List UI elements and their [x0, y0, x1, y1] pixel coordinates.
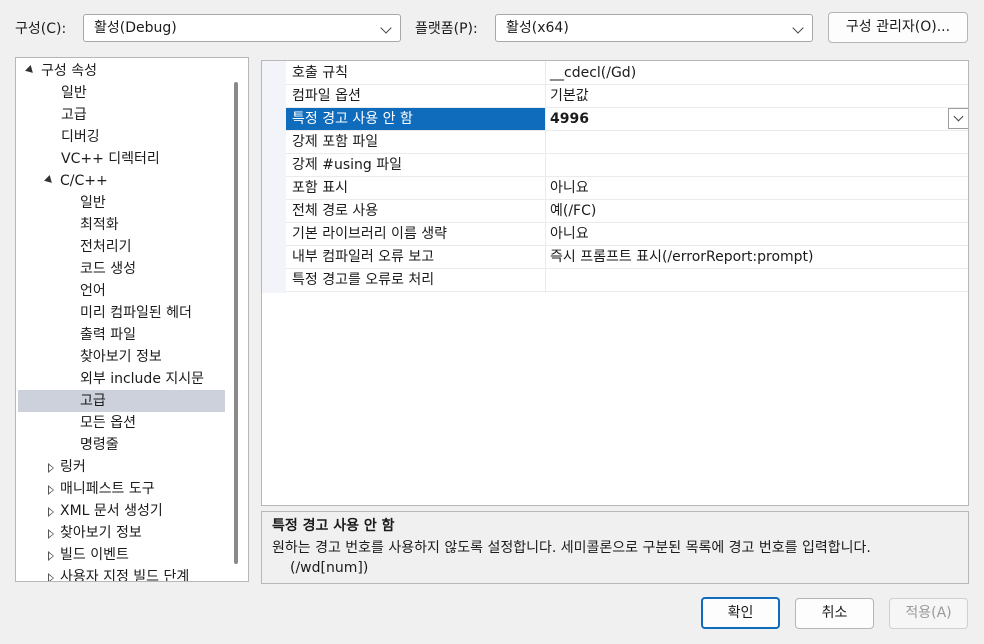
tree-item-build-events[interactable]: 빌드 이벤트: [60, 544, 129, 566]
tree-item-custom-build[interactable]: 사용자 지정 빌드 단계: [60, 566, 189, 581]
tree-item-cpp[interactable]: C/C++: [60, 170, 108, 192]
collapsed-icon[interactable]: [48, 463, 54, 473]
tree-item-cpp-preprocessor[interactable]: 전처리기: [80, 236, 132, 258]
property-name: 기본 라이브러리 이름 생략: [292, 226, 448, 242]
config-label: 구성(C):: [15, 21, 67, 37]
property-name: 특정 경고 사용 안 함: [292, 111, 413, 127]
tree-item-linker[interactable]: 링커: [60, 456, 86, 478]
property-row[interactable]: 컴파일 옵션 기본값: [286, 85, 968, 108]
config-combo-value: 활성(Debug): [94, 20, 177, 36]
platform-label: 플랫폼(P):: [415, 21, 478, 37]
tree-item-cpp-pch[interactable]: 미리 컴파일된 헤더: [80, 302, 192, 324]
collapsed-icon[interactable]: [48, 551, 54, 561]
tree-item-cpp-general[interactable]: 일반: [80, 192, 106, 214]
description-body: 원하는 경고 번호를 사용하지 않도록 설정합니다. 세미콜론으로 구분된 목록…: [272, 540, 871, 556]
property-grid: 호출 규칙 __cdecl(/Gd) 컴파일 옵션 기본값 특정 경고 사용 안…: [261, 60, 969, 506]
property-name: 강제 #using 파일: [292, 157, 402, 173]
tree-item-cpp-external[interactable]: 외부 include 지시문: [80, 368, 204, 390]
grid-gutter: [262, 61, 286, 293]
expanded-icon[interactable]: [25, 65, 36, 76]
property-name: 호출 규칙: [292, 65, 348, 81]
property-tree: 구성 속성 일반 고급 디버깅 VC++ 디렉터리 C/C++ 일반 최적화 전…: [15, 57, 249, 582]
tree-item-cpp-browse[interactable]: 찾아보기 정보: [80, 346, 162, 368]
tree-item-cpp-all-options[interactable]: 모든 옵션: [80, 412, 136, 434]
tree-item-cpp-language[interactable]: 언어: [80, 280, 106, 302]
collapsed-icon[interactable]: [48, 507, 54, 517]
chevron-down-icon: [792, 22, 804, 34]
tree-item-vc-dirs[interactable]: VC++ 디렉터리: [61, 148, 160, 170]
tree-item-browse[interactable]: 찾아보기 정보: [60, 522, 142, 544]
property-name: 강제 포함 파일: [292, 134, 379, 150]
tree-item-cpp-codegen[interactable]: 코드 생성: [80, 258, 136, 280]
collapsed-icon[interactable]: [48, 573, 54, 581]
property-name: 내부 컴파일러 오류 보고: [292, 249, 435, 265]
value-dropdown-button[interactable]: [948, 108, 968, 129]
property-row[interactable]: 내부 컴파일러 오류 보고 즉시 프롬프트 표시(/errorReport:pr…: [286, 246, 968, 269]
description-title: 특정 경고 사용 안 함: [272, 518, 395, 534]
tree-item-root[interactable]: 구성 속성: [41, 60, 97, 82]
tree-scrollbar[interactable]: [234, 82, 238, 564]
chevron-down-icon: [380, 22, 392, 34]
tree-item-advanced[interactable]: 고급: [61, 104, 87, 126]
property-row[interactable]: 포함 표시 아니요: [286, 177, 968, 200]
property-row[interactable]: 기본 라이브러리 이름 생략 아니요: [286, 223, 968, 246]
property-row-selected[interactable]: 특정 경고 사용 안 함 4996: [286, 108, 968, 131]
tree-item-manifest[interactable]: 매니페스트 도구: [60, 478, 155, 500]
property-row[interactable]: 강제 포함 파일: [286, 131, 968, 154]
cancel-button[interactable]: 취소: [795, 598, 874, 629]
property-value[interactable]: 아니요: [550, 223, 589, 245]
platform-combo[interactable]: 활성(x64): [495, 14, 813, 42]
property-value[interactable]: 4996: [550, 108, 589, 130]
tree-item-cpp-optimization[interactable]: 최적화: [80, 214, 119, 236]
apply-button[interactable]: 적용(A): [889, 598, 968, 629]
property-name: 특정 경고를 오류로 처리: [292, 272, 435, 288]
property-row[interactable]: 전체 경로 사용 예(/FC): [286, 200, 968, 223]
tree-item-cpp-cmdline[interactable]: 명령줄: [80, 434, 119, 456]
ok-button[interactable]: 확인: [701, 597, 780, 629]
collapsed-icon[interactable]: [48, 485, 54, 495]
platform-combo-value: 활성(x64): [506, 20, 569, 36]
property-row[interactable]: 강제 #using 파일: [286, 154, 968, 177]
property-value[interactable]: 예(/FC): [550, 200, 596, 222]
tree-item-xml-doc[interactable]: XML 문서 생성기: [60, 500, 163, 522]
collapsed-icon[interactable]: [48, 529, 54, 539]
property-name: 전체 경로 사용: [292, 203, 379, 219]
expanded-icon[interactable]: [44, 175, 55, 186]
tree-selection: [18, 390, 225, 412]
tree-item-cpp-output[interactable]: 출력 파일: [80, 324, 136, 346]
tree-item-debugging[interactable]: 디버깅: [61, 126, 100, 148]
property-name: 포함 표시: [292, 180, 348, 196]
property-value[interactable]: __cdecl(/Gd): [550, 62, 636, 84]
config-manager-button[interactable]: 구성 관리자(O)...: [828, 12, 968, 43]
tree-item-cpp-advanced[interactable]: 고급: [80, 390, 106, 412]
property-name: 컴파일 옵션: [292, 88, 361, 104]
property-value[interactable]: 즉시 프롬프트 표시(/errorReport:prompt): [550, 246, 814, 268]
config-combo[interactable]: 활성(Debug): [83, 14, 401, 42]
description-pane: 특정 경고 사용 안 함 원하는 경고 번호를 사용하지 않도록 설정합니다. …: [261, 511, 969, 584]
description-switch: (/wd[num]): [290, 560, 369, 576]
tree-item-general[interactable]: 일반: [61, 82, 87, 104]
chevron-down-icon: [953, 111, 964, 122]
property-value[interactable]: 아니요: [550, 177, 589, 199]
property-row[interactable]: 호출 규칙 __cdecl(/Gd): [286, 62, 968, 85]
property-row[interactable]: 특정 경고를 오류로 처리: [286, 269, 968, 292]
property-value[interactable]: 기본값: [550, 85, 589, 107]
